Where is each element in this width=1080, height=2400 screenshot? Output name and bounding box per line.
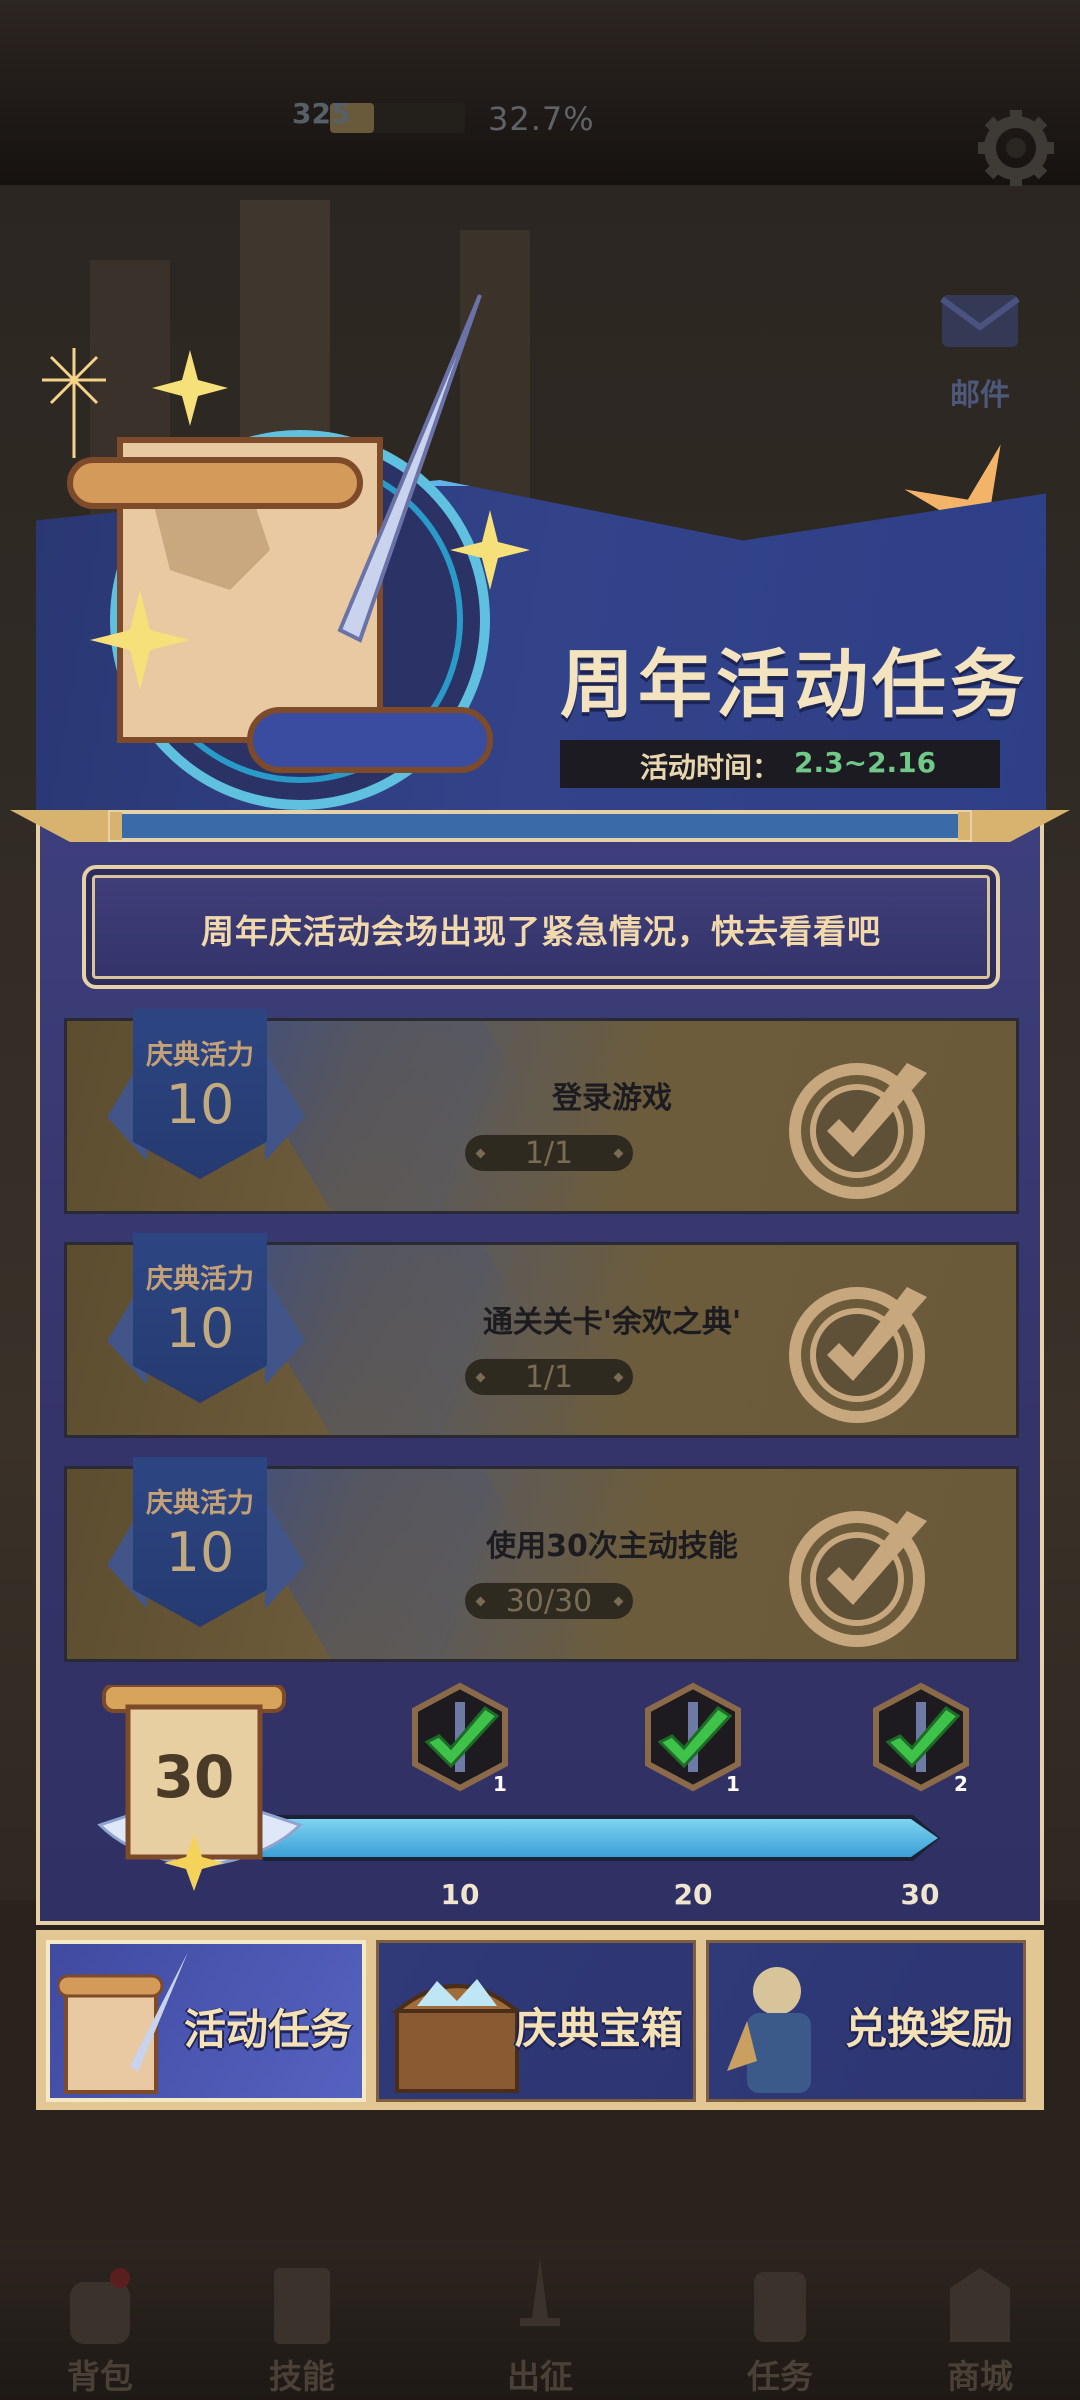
milestone-reward[interactable]: 2 [866,1682,976,1796]
tab-label: 兑换奖励 [844,2004,1013,2053]
points-ribbon-title: 庆典活力 [146,1488,254,1519]
milestone-reward[interactable]: 1 [638,1682,748,1796]
mail-label: 邮件 [950,378,1010,413]
nav-label: 技能 [269,2357,335,2396]
nav-expedition[interactable]: 出征 [460,2248,620,2398]
points-ribbon-title: 庆典活力 [146,1264,254,1295]
treasure-chest-icon [391,1979,523,2093]
score-value: 30 [153,1743,235,1811]
sword-icon [520,2258,560,2326]
reward-count: 2 [954,1772,968,1796]
top-status-bar [0,0,1080,185]
mail-button[interactable]: 邮件 [905,255,1055,415]
scroll-quill-icon [58,1952,188,2094]
skill-icon [274,2268,330,2344]
panel-subtitle: 周年庆活动会场出现了紧急情况，快去看看吧 [201,912,881,951]
task-progress: 1/1 [524,1136,574,1171]
scroll-quill-icon [67,294,530,810]
nav-label: 出征 [507,2357,573,2396]
tab-exchange-rewards[interactable]: 兑换奖励 [706,1940,1026,2102]
knight-character-icon [727,1967,811,2093]
tab-event-tasks[interactable]: 活动任务 [46,1940,366,2102]
event-title: 周年活动任务 [560,642,1028,728]
nav-skills[interactable]: 技能 [222,2248,382,2398]
completed-check-icon [789,1063,927,1199]
event-date-label: 活动时间： [640,751,781,784]
tab-celebration-chest[interactable]: 庆典宝箱 [376,1940,696,2102]
reward-count: 1 [493,1772,507,1796]
tab-label: 庆典宝箱 [514,2004,683,2053]
reward-count: 1 [726,1772,740,1796]
nav-shop[interactable]: 商城 [900,2248,1060,2398]
scroll-rod [10,810,1070,842]
xp-percent: 32.7% [488,100,595,138]
completed-check-icon [789,1287,927,1423]
milestone-reward[interactable]: 1 [405,1682,515,1796]
task-card: 庆典活力 10 使用30次主动技能 30/30 [64,1457,1019,1662]
nav-backpack[interactable]: 背包 [20,2248,180,2398]
nav-quests[interactable]: 任务 [700,2248,860,2398]
nav-label: 背包 [67,2357,133,2396]
mail-icon [940,295,1020,347]
points-value: 10 [165,1297,235,1360]
backpack-icon [70,2268,130,2344]
task-progress: 30/30 [505,1584,593,1619]
milestone-label: 20 [673,1878,713,1911]
milestone-label: 10 [440,1878,480,1911]
nav-label: 商城 [947,2357,1013,2396]
points-ribbon-title: 庆典活力 [146,1040,254,1071]
task-card: 庆典活力 10 登录游戏 1/1 [64,1009,1019,1214]
player-level: 325 [292,97,351,130]
task-card: 庆典活力 10 通关关卡'余欢之典' 1/1 [64,1233,1019,1438]
gear-icon[interactable] [976,108,1056,188]
event-date-value: 2.3~2.16 [794,746,937,779]
task-progress: 1/1 [524,1360,574,1395]
points-value: 10 [165,1073,235,1136]
milestone-label: 30 [900,1878,940,1911]
nav-label: 任务 [747,2357,813,2396]
shop-icon [950,2268,1010,2342]
points-value: 10 [165,1521,235,1584]
quest-icon [754,2272,806,2342]
completed-check-icon [789,1511,927,1647]
tab-label: 活动任务 [183,2005,352,2054]
milestone-progress-fill [262,1819,938,1857]
